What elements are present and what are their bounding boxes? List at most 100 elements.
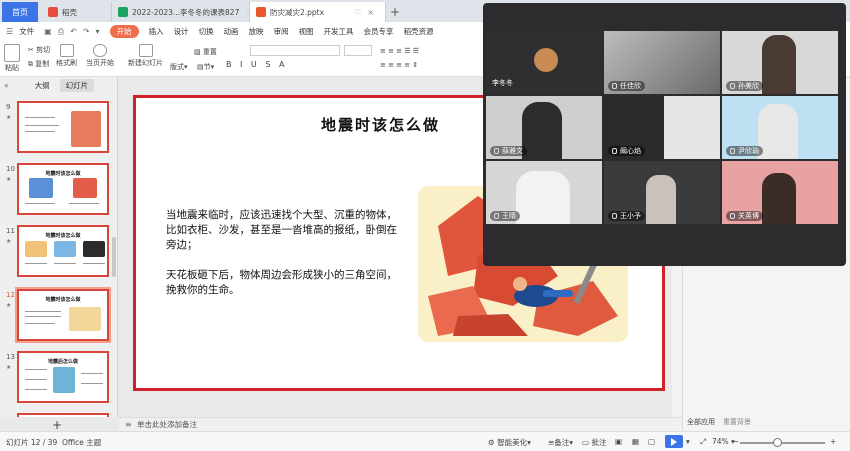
play-icon <box>93 44 107 57</box>
layout-label: 版式 <box>170 63 184 71</box>
cut-label: 剪切 <box>36 46 51 54</box>
menu-developer[interactable]: 开发工具 <box>324 26 354 37</box>
slide-thumb-row[interactable]: 12 ★ 地震时该怎么做 <box>0 287 118 343</box>
video-tile[interactable]: 孙美欣 <box>722 31 838 94</box>
thumb-line <box>25 117 55 118</box>
video-tile[interactable]: 任佳欣 <box>604 31 720 94</box>
slide-paragraph-1[interactable]: 当地震来临时，应该迅速找个大型、沉重的物体，比如衣柜、沙发，甚至是一沓堆高的报纸… <box>166 208 406 253</box>
redo-icon[interactable]: ↷ <box>83 27 90 36</box>
mic-icon <box>494 213 499 219</box>
tab-home[interactable]: 首页 <box>2 2 38 22</box>
thumb-line <box>25 311 61 312</box>
zoom-slider[interactable] <box>740 442 825 444</box>
apply-all-button[interactable]: 全部应用 <box>687 417 715 427</box>
sorter-view-icon[interactable]: ▦ <box>632 437 639 446</box>
slide-thumbnail[interactable] <box>17 413 109 417</box>
video-tile[interactable]: 李冬冬 <box>486 31 602 94</box>
tab-docer[interactable]: 稻壳 <box>42 2 112 22</box>
participant-name: 孙美欣 <box>726 81 763 91</box>
video-tile[interactable]: 阚心焰 <box>604 96 720 159</box>
chevron-down-icon[interactable]: ▾ <box>96 27 100 36</box>
play-from-current-button[interactable]: 当页开始 <box>86 44 114 68</box>
print-icon[interactable]: ⎙ <box>58 27 64 37</box>
notes-label: 备注 <box>554 438 570 447</box>
slide-paragraph-2[interactable]: 天花板砸下后，物体周边会形成狭小的三角空间，挽救你的生命。 <box>166 268 406 298</box>
slide-thumbnail[interactable]: 地震时该怎么做 <box>17 225 109 277</box>
menu-view[interactable]: 视图 <box>299 26 314 37</box>
slide-thumbnail[interactable] <box>17 101 109 153</box>
menu-review[interactable]: 审阅 <box>274 26 289 37</box>
video-tile[interactable]: 关英博 <box>722 161 838 224</box>
comments-button[interactable]: ▭ 批注 <box>582 437 606 448</box>
font-name-box[interactable] <box>250 45 340 56</box>
zoom-level[interactable]: 74% ▾ <box>712 437 735 446</box>
menu-icon[interactable]: ☰ <box>6 27 13 36</box>
notes-pane[interactable]: ≡ 单击此处添加备注 <box>119 417 682 431</box>
paragraph-tools[interactable]: ≡ ≡ ≡ ☰ ☰ <box>380 47 419 55</box>
tab-slides[interactable]: 幻灯片 <box>59 78 95 92</box>
thumb-image <box>25 241 47 257</box>
menu-transition[interactable]: 切换 <box>199 26 214 37</box>
reset-background-button[interactable]: 重置背景 <box>723 417 751 427</box>
slide-thumbnail-current[interactable]: 地震时该怎么做 <box>15 287 111 343</box>
comments-label: 批注 <box>591 438 607 447</box>
thumbnail-scrollbar[interactable] <box>112 237 116 277</box>
smart-beautify-button[interactable]: ⚙ 智能美化▾ <box>488 437 531 448</box>
add-slide-button[interactable]: + <box>52 418 62 432</box>
menu-insert[interactable]: 插入 <box>149 26 164 37</box>
reset-button[interactable]: ▧ 重置 <box>194 47 217 57</box>
play-slideshow-button[interactable] <box>665 435 683 448</box>
slide-thumbnail[interactable]: 地震后怎么做 <box>17 351 109 403</box>
undo-icon[interactable]: ↶ <box>70 27 77 36</box>
slide-number: 13 <box>6 353 15 361</box>
menu-file[interactable]: 文件 <box>19 26 34 37</box>
format-buttons[interactable]: B I U S A <box>226 60 287 69</box>
video-tile[interactable]: 王晴 <box>486 161 602 224</box>
close-icon[interactable]: × <box>367 8 374 17</box>
collapse-icon[interactable]: « <box>4 81 9 90</box>
docer-icon <box>48 7 58 17</box>
slide-thumb-row[interactable]: 10 ★ 地震时该怎么做 <box>0 163 118 217</box>
zoom-slider-knob[interactable] <box>773 438 782 447</box>
slide-thumb-row-partial[interactable] <box>0 413 118 417</box>
menu-slideshow[interactable]: 放映 <box>249 26 264 37</box>
paste-icon <box>4 44 20 62</box>
video-call-window[interactable]: 李冬冬 任佳欣 孙美欣 薛雅文 阚心焰 尹欣瑜 王晴 王小予 关英博 <box>483 3 846 266</box>
slide-thumb-row[interactable]: 11 ★ 地震时该怎么做 <box>0 225 118 279</box>
format-painter-button[interactable]: 格式刷 <box>56 44 77 68</box>
reading-view-icon[interactable]: ▢ <box>648 437 655 446</box>
zoom-out-button[interactable]: − <box>733 437 739 446</box>
animation-icon: ★ <box>6 238 12 245</box>
play-from-current-label: 当页开始 <box>86 59 114 67</box>
new-slide-button[interactable]: 新建幻灯片 <box>128 44 163 68</box>
video-tile[interactable]: 尹欣瑜 <box>722 96 838 159</box>
menu-design[interactable]: 设计 <box>174 26 189 37</box>
menu-start[interactable]: 开始 <box>109 25 139 38</box>
menu-member[interactable]: 会员专享 <box>364 26 394 37</box>
fit-icon[interactable]: ⤢ <box>700 437 706 447</box>
slide-thumbnail[interactable]: 地震时该怎么做 <box>17 163 109 215</box>
slide-thumb-row[interactable]: 9 ★ <box>0 101 118 155</box>
tab-pptx[interactable]: 防灾减灾2.pptx ♡ × <box>250 2 386 22</box>
tab-outline[interactable]: 大纲 <box>29 79 56 92</box>
video-tile[interactable]: 王小予 <box>604 161 720 224</box>
add-tab-button[interactable]: + <box>386 2 404 22</box>
video-tile[interactable]: 薛雅文 <box>486 96 602 159</box>
section-button[interactable]: ▤节▾ <box>197 62 214 72</box>
slide-title[interactable]: 地震时该怎么做 <box>321 114 471 135</box>
align-tools[interactable]: ≡ ≡ ≡ ≡ ⇕ <box>380 61 418 69</box>
save-icon[interactable]: ▣ <box>44 27 52 36</box>
cut-button[interactable]: ✂ 剪切 <box>28 45 50 55</box>
layout-button[interactable]: 版式▾ <box>170 62 188 72</box>
notes-button[interactable]: ≡备注▾ <box>548 437 573 448</box>
slide-thumb-row[interactable]: 13 ★ 地震后怎么做 <box>0 351 118 405</box>
menu-docer-resources[interactable]: 稻壳资源 <box>404 26 434 37</box>
menu-animation[interactable]: 动画 <box>224 26 239 37</box>
paste-button[interactable]: 粘贴 <box>4 44 20 73</box>
copy-button[interactable]: ⧉ 复制 <box>28 59 49 69</box>
normal-view-icon[interactable]: ▣ <box>615 437 622 446</box>
font-size-box[interactable] <box>344 45 372 56</box>
tab-schedule[interactable]: 2022-2023...李冬冬的课表827 ♡ × <box>112 2 250 22</box>
zoom-in-button[interactable]: + <box>830 437 836 446</box>
play-options-icon[interactable]: ▾ <box>686 437 690 446</box>
